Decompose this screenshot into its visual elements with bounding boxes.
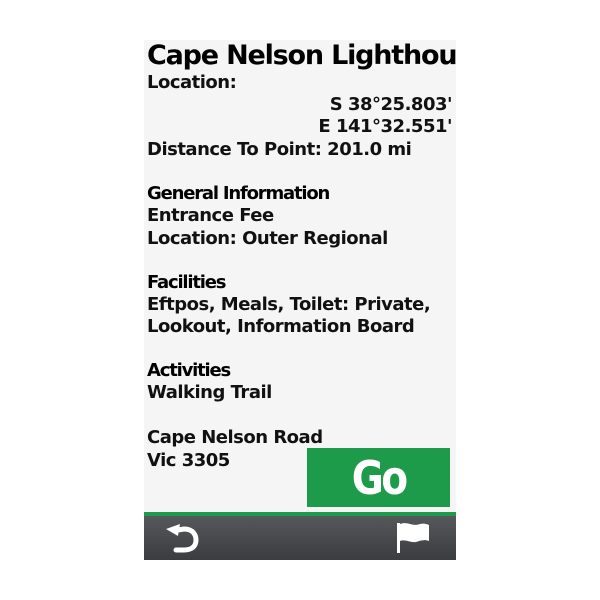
- general-info-line: Entrance Fee: [147, 205, 274, 226]
- activities-line: Walking Trail: [147, 382, 272, 403]
- facilities-heading: Facilities: [147, 272, 226, 293]
- poi-title: Cape Nelson Lighthouse: [147, 40, 456, 71]
- longitude-value: E 141°32.551': [318, 116, 452, 137]
- go-button[interactable]: Go: [307, 448, 450, 507]
- address-line: Cape Nelson Road: [147, 427, 323, 448]
- address-line: Vic 3305: [147, 450, 230, 471]
- general-info-heading: General Information: [147, 183, 330, 204]
- bottom-toolbar: [144, 516, 456, 560]
- back-arrow-icon[interactable]: [162, 524, 202, 554]
- latitude-value: S 38°25.803': [329, 94, 453, 115]
- activities-heading: Activities: [147, 360, 231, 381]
- location-label: Location:: [147, 72, 237, 93]
- general-info-line: Location: Outer Regional: [147, 228, 388, 249]
- facilities-line: Eftpos, Meals, Toilet: Private,: [147, 294, 431, 315]
- go-button-label: Go: [351, 450, 408, 505]
- device-screen: Cape Nelson Lighthouse Location: S 38°25…: [144, 40, 456, 560]
- distance-to-point: Distance To Point: 201.0 mi: [147, 139, 412, 160]
- flag-icon[interactable]: [394, 521, 432, 555]
- facilities-line: Lookout, Information Board: [147, 316, 415, 337]
